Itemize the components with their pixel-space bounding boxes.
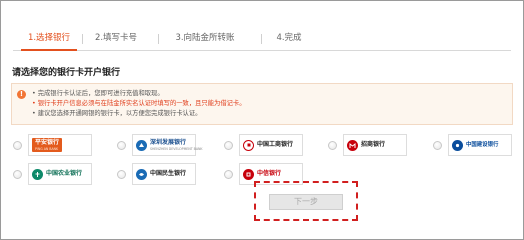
bank-option-pingan[interactable]: 平安银行 PING AN BANK	[13, 134, 103, 158]
next-step-button[interactable]: 下一步	[269, 194, 343, 210]
bank-name: 中国工商银行	[257, 141, 294, 148]
bank-name: 平安银行 PING AN BANK	[32, 138, 63, 152]
step-label: 4.完成	[276, 33, 302, 43]
step-bar: 1.选择银行 2.填写卡号 3.向陆金所转账 4.完成	[13, 29, 511, 51]
abc-emblem-icon	[32, 168, 43, 180]
bank-emblem-icon	[136, 139, 147, 151]
page-frame: 1.选择银行 2.填写卡号 3.向陆金所转账 4.完成 请选择您的银行卡开户银行…	[0, 0, 524, 240]
citic-emblem-icon	[243, 168, 254, 180]
bank-option-ccb[interactable]: 中国建设银行	[433, 134, 523, 158]
step-label: 3.向陆金所转账	[175, 33, 235, 43]
step-select-bank[interactable]: 1.选择银行	[21, 29, 77, 51]
bank-logo-cmb[interactable]: 招商银行	[343, 134, 407, 156]
bank-option-icbc[interactable]: 中国工商银行	[224, 134, 314, 158]
step-divider	[158, 34, 159, 44]
bank-name: 中国民生银行	[150, 170, 187, 177]
radio-button[interactable]	[433, 141, 442, 150]
bank-logo-ccb[interactable]: 中国建设银行	[448, 134, 512, 156]
step-divider	[261, 34, 262, 44]
bank-name: 中国建设银行	[466, 142, 499, 148]
bank-logo-icbc[interactable]: 中国工商银行	[239, 134, 303, 156]
bank-logo-abc[interactable]: 中国农业银行	[28, 163, 92, 185]
bank-logo-sdb[interactable]: 深圳发展银行 SHENZHEN DEVELOPMENT BANK	[132, 134, 203, 156]
bank-name: 中信银行	[257, 170, 282, 177]
section-title: 请选择您的银行卡开户银行	[12, 68, 121, 78]
bank-name: 中国农业银行	[46, 170, 83, 177]
exclamation-icon: !	[17, 90, 26, 99]
step-label: 2.填写卡号	[94, 33, 138, 43]
cmbc-emblem-icon	[136, 168, 147, 180]
radio-button[interactable]	[117, 170, 126, 179]
notice-warning-line: • 银行卡开户信息必须与在陆金所实名认证时填写的一致，且只能为借记卡。	[32, 100, 246, 107]
notice-line: • 完成银行卡认证后，您即可进行充值和取现。	[32, 90, 164, 97]
radio-button[interactable]	[328, 141, 337, 150]
notice-box: ! • 完成银行卡认证后，您即可进行充值和取现。 • 银行卡开户信息必须与在陆金…	[11, 83, 513, 125]
bank-option-cmbc[interactable]: 中国民生银行	[117, 163, 207, 187]
step-divider	[82, 34, 83, 44]
notice-line: • 建议您选择开通网银的银行卡，以方便您完成银行卡认证。	[32, 110, 202, 117]
radio-button[interactable]	[117, 141, 126, 150]
radio-button[interactable]	[224, 141, 233, 150]
radio-button[interactable]	[13, 170, 22, 179]
next-button-highlight: 下一步	[254, 181, 358, 221]
cmb-emblem-icon	[347, 139, 358, 151]
radio-button[interactable]	[13, 141, 22, 150]
bank-name: 深圳发展银行 SHENZHEN DEVELOPMENT BANK	[150, 139, 203, 151]
icbc-emblem-icon	[243, 139, 254, 151]
ccb-emblem-icon	[452, 139, 463, 151]
bank-option-sdb[interactable]: 深圳发展银行 SHENZHEN DEVELOPMENT BANK	[117, 134, 207, 158]
radio-button[interactable]	[224, 170, 233, 179]
bank-option-abc[interactable]: 中国农业银行	[13, 163, 103, 187]
step-label: 1.选择银行	[27, 33, 71, 43]
bank-name: 招商银行	[361, 141, 386, 148]
step-enter-card[interactable]: 2.填写卡号	[82, 29, 145, 51]
step-complete[interactable]: 4.完成	[261, 29, 309, 51]
step-transfer[interactable]: 3.向陆金所转账	[158, 29, 247, 51]
bank-option-cmb[interactable]: 招商银行	[328, 134, 418, 158]
bank-logo-cmbc[interactable]: 中国民生银行	[132, 163, 196, 185]
bank-logo-pingan[interactable]: 平安银行 PING AN BANK	[28, 134, 92, 156]
